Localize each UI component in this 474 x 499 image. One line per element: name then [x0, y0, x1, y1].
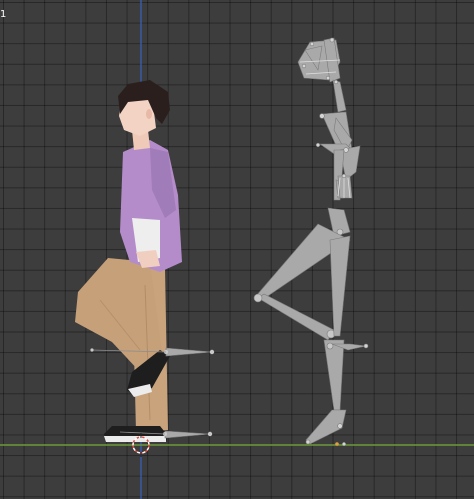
scene-canvas[interactable] [0, 0, 474, 499]
3d-viewport[interactable]: 1 [0, 0, 474, 499]
character-model[interactable] [75, 80, 182, 442]
raised-leg [75, 258, 162, 372]
head-bones[interactable] [297, 37, 341, 83]
armature[interactable] [253, 37, 369, 446]
hand-bones[interactable] [337, 173, 353, 199]
